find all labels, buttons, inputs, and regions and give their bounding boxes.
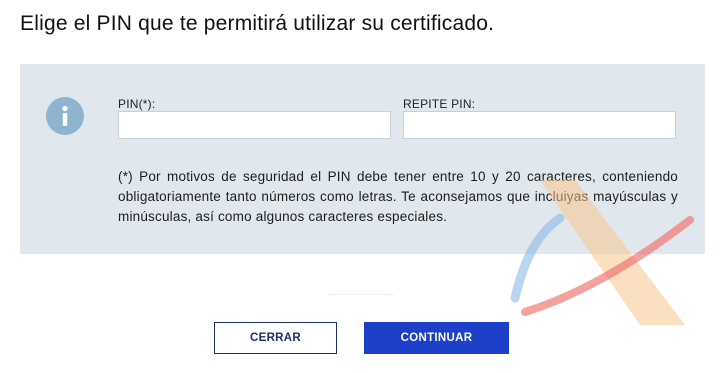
info-icon — [46, 97, 84, 135]
page-title: Elige el PIN que te permitirá utilizar s… — [20, 12, 495, 35]
continuar-button[interactable]: CONTINUAR — [364, 322, 509, 354]
cerrar-button[interactable]: CERRAR — [214, 322, 337, 354]
pin-requirements-note: (*) Por motivos de seguridad el PIN debe… — [118, 169, 678, 224]
divider — [328, 294, 394, 295]
pin-label: PIN(*): — [118, 97, 156, 111]
pin-input[interactable] — [118, 111, 391, 139]
repite-pin-input[interactable] — [403, 111, 676, 139]
repite-pin-label: REPITE PIN: — [403, 97, 476, 111]
